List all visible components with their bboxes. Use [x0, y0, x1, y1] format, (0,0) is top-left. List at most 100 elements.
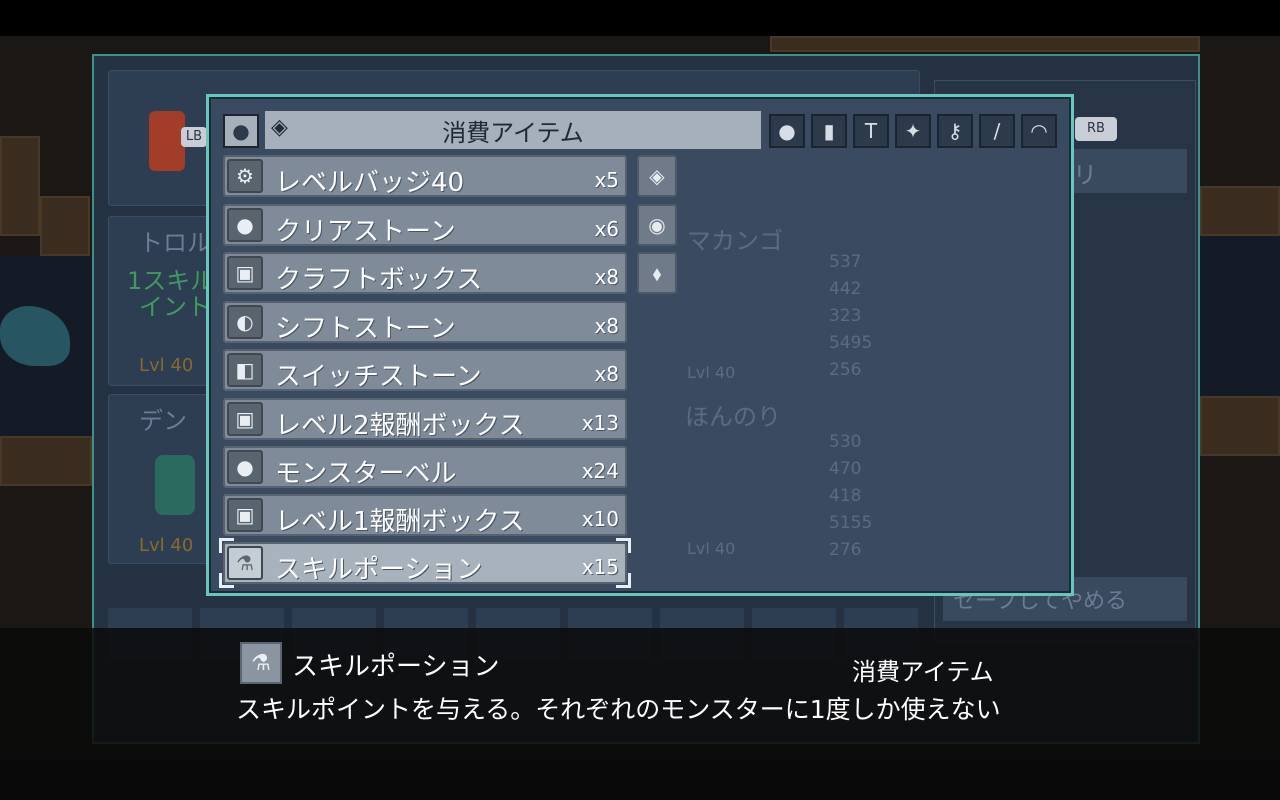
side-slot-crystal[interactable]: ◈: [637, 155, 677, 197]
monster-name: マカンゴ: [687, 227, 783, 255]
brick-ledge: [1200, 186, 1280, 236]
selection-corner: [616, 573, 631, 588]
monster-card[interactable]: デン Lvl 40: [108, 394, 210, 564]
rb-button[interactable]: RB: [1075, 117, 1117, 141]
selection-corner: [219, 538, 234, 553]
item-row-craft-box[interactable]: ▣ クラフトボックス x8: [223, 252, 627, 295]
description-item-name: スキルポーション: [292, 652, 500, 682]
stat-value: 530: [829, 432, 862, 452]
brick-column: [0, 136, 40, 236]
item-row-shift-stone[interactable]: ◐ シフトストーン x8: [223, 301, 627, 344]
brick-column: [40, 196, 90, 256]
side-slot-gem[interactable]: ⬧: [637, 252, 677, 294]
sparkle-icon: ✦: [904, 119, 922, 143]
item-name: シフトストーン: [275, 314, 456, 344]
helmet-icon: ◠: [1030, 119, 1048, 143]
selection-corner: [219, 573, 234, 588]
sword-icon: /: [993, 119, 1001, 143]
crystal-icon: ◈: [271, 115, 288, 140]
item-name: クラフトボックス: [275, 265, 483, 295]
item-name: レベル2報酬ボックス: [275, 411, 525, 441]
item-name: モンスターベル: [275, 459, 457, 489]
monster-stats: 537 442 323 5495 256: [829, 249, 872, 384]
monster-sprite: [155, 455, 195, 515]
side-slot-orb[interactable]: ◉: [637, 204, 677, 246]
skill-point-notice: イント: [139, 293, 211, 321]
tab-bomb[interactable]: ●: [769, 114, 805, 148]
item-row-monster-bell[interactable]: ● モンスターベル x24: [223, 446, 627, 489]
brick-ceiling: [770, 36, 1200, 52]
tab-sparkle[interactable]: ✦: [895, 114, 931, 148]
item-quantity: x6: [594, 217, 619, 241]
badge-icon: ⚙: [227, 159, 263, 193]
item-row-switch-stone[interactable]: ◧ スイッチストーン x8: [223, 349, 627, 392]
monster-stats: 530 470 418 5155 276: [829, 429, 872, 564]
item-quantity: x5: [594, 168, 619, 192]
item-name: クリアストーン: [275, 217, 456, 247]
item-row-skill-potion[interactable]: ⚗ スキルポーション x15: [219, 538, 631, 588]
tab-helmet[interactable]: ◠: [1021, 114, 1057, 148]
item-row-clear-stone[interactable]: ● クリアストーン x6: [223, 204, 627, 247]
reward-box-icon: ▣: [227, 402, 263, 436]
monster-name: ほんのり: [685, 403, 781, 431]
item-quantity: x8: [594, 265, 619, 289]
potion-icon: ⚗: [240, 642, 282, 684]
box-icon: ▣: [227, 256, 263, 290]
brick-ledge: [1200, 396, 1280, 456]
tab-key[interactable]: ⚷: [937, 114, 973, 148]
monster-level: Lvl 40: [139, 535, 194, 556]
bell-icon: ●: [227, 450, 263, 484]
bottle-icon: ▮: [823, 119, 835, 143]
tab-bottle[interactable]: ▮: [811, 114, 847, 148]
stat-value: 5495: [829, 333, 873, 353]
item-row-level1-reward-box[interactable]: ▣ レベル1報酬ボックス x10: [223, 494, 627, 537]
tab-potion-drop[interactable]: ●: [223, 114, 259, 148]
item-row-level-badge[interactable]: ⚙ レベルバッジ40 x5: [223, 155, 627, 198]
category-title-bar: ◈ 消費アイテム: [265, 111, 761, 149]
monster-level: Lvl 40: [687, 363, 736, 382]
item-name: レベルバッジ40: [275, 168, 465, 198]
monster-name: デン: [139, 407, 187, 435]
item-quantity: x10: [581, 507, 619, 531]
selection-corner: [616, 538, 631, 553]
tab-sword[interactable]: /: [979, 114, 1015, 148]
stat-value: 5155: [829, 513, 873, 533]
item-quantity: x24: [581, 459, 619, 483]
stat-value: 442: [829, 279, 862, 299]
tab-hammer[interactable]: T: [853, 114, 889, 148]
category-title: 消費アイテム: [442, 118, 584, 147]
item-quantity: x13: [581, 411, 619, 435]
switch-stone-icon: ◧: [227, 353, 263, 387]
reward-box-icon: ▣: [227, 498, 263, 532]
brick-ledge: [0, 436, 92, 486]
item-name: スイッチストーン: [275, 362, 482, 392]
stat-value: 256: [829, 360, 862, 380]
monster-level: Lvl 40: [687, 539, 736, 558]
item-row-level2-reward-box[interactable]: ▣ レベル2報酬ボックス x13: [223, 398, 627, 441]
item-quantity: x8: [594, 362, 619, 386]
stat-value: 418: [829, 486, 862, 506]
monster-name: トロル: [139, 229, 211, 257]
keeper-sprite: [149, 111, 185, 171]
lb-button[interactable]: LB: [181, 127, 207, 147]
hammer-icon: T: [864, 119, 878, 143]
description-category: 消費アイテム: [852, 658, 994, 686]
item-selection-panel: マカンゴ 537 442 323 5495 256 Lvl 40 ほんのり 53…: [206, 94, 1074, 596]
description-text: スキルポイントを与える。それぞれのモンスターに1度しか使えない: [236, 695, 1001, 724]
stone-icon: ●: [227, 208, 263, 242]
stat-value: 276: [829, 540, 862, 560]
monster-level: Lvl 40: [139, 355, 194, 376]
item-name: スキルポーション: [275, 555, 483, 585]
monster-card[interactable]: トロル 1スキル イント Lvl 40: [108, 216, 214, 386]
item-quantity: x15: [581, 555, 619, 579]
stat-value: 323: [829, 306, 862, 326]
shift-stone-icon: ◐: [227, 305, 263, 339]
stat-value: 537: [829, 252, 862, 272]
bomb-icon: ●: [778, 119, 796, 143]
item-name: レベル1報酬ボックス: [275, 507, 525, 537]
crystal-icon: ◈: [649, 164, 665, 188]
potion-drop-icon: ●: [232, 119, 250, 143]
key-icon: ⚷: [947, 119, 963, 143]
stat-value: 470: [829, 459, 862, 479]
gem-icon: ⬧: [652, 261, 662, 285]
